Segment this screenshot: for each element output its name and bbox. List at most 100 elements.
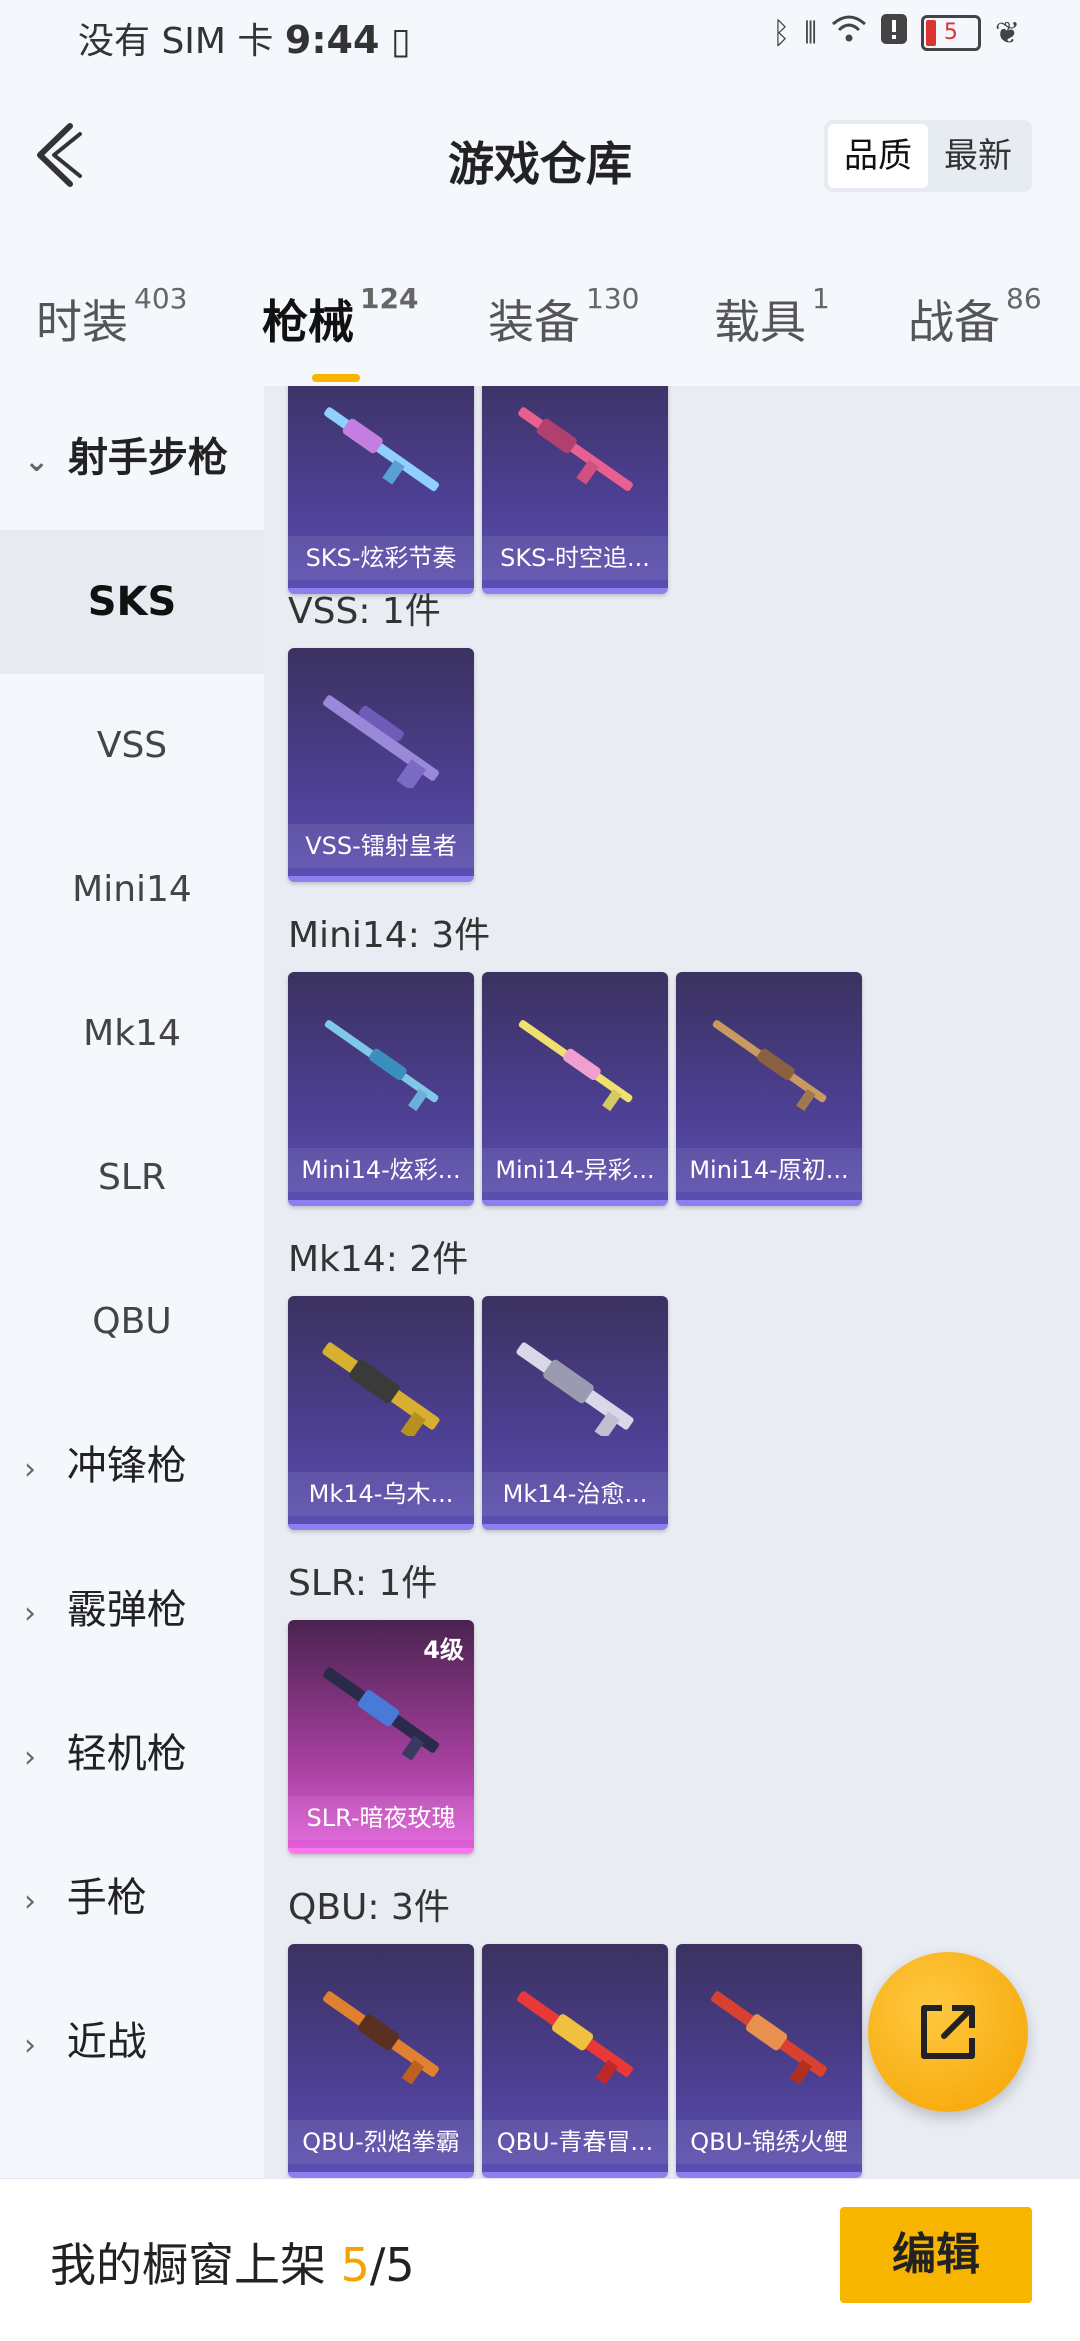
clock: 9:44: [284, 18, 380, 62]
share-button[interactable]: [868, 1952, 1028, 2112]
rifle-icon: [324, 407, 439, 492]
sidebar-category-label: 近战: [66, 2019, 147, 2065]
rifle-icon: [711, 1991, 827, 2084]
chevron-right-icon: ›: [24, 1740, 36, 1775]
tab-supplies[interactable]: 战备 86: [908, 282, 1042, 352]
tab-fashion[interactable]: 时装 403: [36, 282, 187, 352]
weapon-name: Mk14-治愈...: [482, 1472, 668, 1516]
rifle-icon: [323, 695, 439, 788]
sidebar-category-smg[interactable]: › 冲锋枪: [0, 1394, 264, 1538]
alert-icon: [880, 14, 907, 52]
tab-label: 枪械: [262, 295, 354, 349]
rifle-icon: [518, 407, 633, 492]
weapon-card[interactable]: QBU-青春冒...: [482, 1944, 668, 2178]
sidebar-item-vss[interactable]: VSS: [0, 674, 264, 818]
tab-vehicles[interactable]: 载具 1: [714, 282, 830, 352]
weapon-name: Mini14-原初...: [676, 1148, 862, 1192]
weapon-card[interactable]: VSS-镭射皇者: [288, 648, 474, 882]
weapon-card[interactable]: Mini14-原初...: [676, 972, 862, 1206]
status-icons: ᛒ ⫴ 5 ❦: [772, 14, 1020, 52]
showcase-status: 我的橱窗上架 5/5: [50, 2229, 415, 2295]
sidebar-category-lmg[interactable]: › 轻机枪: [0, 1682, 264, 1826]
tab-count: 130: [586, 282, 640, 315]
rifle-icon: [518, 1020, 633, 1112]
bottom-bar: 我的橱窗上架 5/5 编辑: [0, 2178, 1080, 2341]
tab-label: 战备: [908, 295, 1000, 349]
showcase-label: 我的橱窗上架: [50, 2238, 326, 2292]
rifle-icon: [323, 1991, 439, 2084]
leaf-icon: ❦: [994, 15, 1020, 51]
group-title-vss: VSS: 1件: [288, 591, 441, 632]
sidebar-category-melee[interactable]: › 近战: [0, 1970, 264, 2114]
showcase-total-count: /5: [369, 2238, 415, 2292]
weapon-name: SKS-时空追...: [482, 536, 668, 580]
tab-label: 装备: [488, 295, 580, 349]
weapon-name: Mini14-炫彩...: [288, 1148, 474, 1192]
sidebar-category-marksman[interactable]: ⌄ 射手步枪: [0, 386, 264, 530]
header: 游戏仓库 品质 最新: [0, 76, 1080, 236]
weapon-card[interactable]: SKS-炫彩节奏: [288, 386, 474, 594]
rifle-icon: [712, 1020, 827, 1112]
sidebar-item-qbu[interactable]: QBU: [0, 1250, 264, 1394]
weapon-card[interactable]: Mini14-异彩...: [482, 972, 668, 1206]
category-tabs: 时装 403 枪械 124 装备 130 载具 1 战备 86: [0, 236, 1080, 386]
sidebar-category-label: 轻机枪: [66, 1731, 187, 1777]
rifle-icon: [322, 1342, 440, 1436]
weapon-card[interactable]: Mk14-乌木...: [288, 1296, 474, 1530]
weapon-card[interactable]: Mk14-治愈...: [482, 1296, 668, 1530]
weapon-name: Mk14-乌木...: [288, 1472, 474, 1516]
chevron-right-icon: ›: [24, 1452, 36, 1487]
weapon-name: QBU-青春冒...: [482, 2120, 668, 2164]
sidebar-category-label: 冲锋枪: [66, 1443, 187, 1489]
sort-latest-option[interactable]: 最新: [928, 124, 1028, 188]
weapon-card[interactable]: 4级 SLR-暗夜玫瑰: [288, 1620, 474, 1854]
status-bar: 没有 SIM 卡 9:44 ▯ ᛒ ⫴ 5 ❦: [0, 0, 1080, 76]
weapon-card[interactable]: SKS-时空追...: [482, 386, 668, 594]
bluetooth-icon: ᛒ: [772, 15, 791, 51]
edit-button[interactable]: 编辑: [840, 2207, 1032, 2303]
sidebar-category-label: 霰弹枪: [66, 1587, 187, 1633]
sidebar-item-mini14[interactable]: Mini14: [0, 818, 264, 962]
rifle-icon: [324, 1020, 439, 1112]
weapon-name: QBU-锦绣火鲤: [676, 2120, 862, 2164]
weapon-card[interactable]: QBU-烈焰拳霸: [288, 1944, 474, 2178]
sidebar-item-slr[interactable]: SLR: [0, 1106, 264, 1250]
sidebar-category-label: 手枪: [66, 1875, 147, 1921]
chevron-right-icon: ›: [24, 1596, 36, 1631]
sidebar-item-mk14[interactable]: Mk14: [0, 962, 264, 1106]
sidebar-category-label: 射手步枪: [67, 435, 228, 481]
chevron-down-icon: ⌄: [24, 444, 50, 479]
chevron-right-icon: ›: [24, 1884, 36, 1919]
sort-quality-option[interactable]: 品质: [828, 124, 928, 188]
tab-count: 124: [360, 282, 419, 315]
weapon-card[interactable]: Mini14-炫彩...: [288, 972, 474, 1206]
battery-icon: 5: [920, 15, 981, 51]
sort-toggle: 品质 最新: [824, 120, 1032, 192]
vibrate-icon: ⫴: [804, 15, 817, 51]
weapon-name: VSS-镭射皇者: [288, 824, 474, 868]
phone-icon: ▯: [390, 21, 411, 62]
tab-label: 时装: [36, 295, 128, 349]
tab-count: 1: [812, 282, 830, 315]
tab-label: 载具: [714, 295, 806, 349]
weapon-name: SKS-炫彩节奏: [288, 536, 474, 580]
tab-count: 403: [134, 282, 188, 315]
tab-weapons[interactable]: 枪械 124: [262, 282, 418, 382]
weapon-sidebar: ⌄ 射手步枪 SKS VSS Mini14 Mk14 SLR QBU › 冲锋枪…: [0, 386, 264, 2178]
battery-level: 5: [943, 20, 958, 45]
tab-count: 86: [1006, 282, 1042, 315]
sidebar-item-sks[interactable]: SKS: [0, 530, 264, 674]
rifle-icon: [516, 1342, 634, 1436]
group-title-slr: SLR: 1件: [288, 1563, 438, 1604]
showcase-current-count: 5: [340, 2238, 370, 2292]
weapon-card[interactable]: QBU-锦绣火鲤: [676, 1944, 862, 2178]
sidebar-category-pistol[interactable]: › 手枪: [0, 1826, 264, 1970]
group-title-qbu: QBU: 3件: [288, 1887, 450, 1928]
group-title-mini14: Mini14: 3件: [288, 915, 491, 956]
weapon-name: Mini14-异彩...: [482, 1148, 668, 1192]
chevron-right-icon: ›: [24, 2028, 36, 2063]
weapon-name: SLR-暗夜玫瑰: [288, 1796, 474, 1840]
carrier-text: 没有 SIM 卡: [78, 21, 274, 62]
tab-equipment[interactable]: 装备 130: [488, 282, 639, 352]
sidebar-category-shotgun[interactable]: › 霰弹枪: [0, 1538, 264, 1682]
